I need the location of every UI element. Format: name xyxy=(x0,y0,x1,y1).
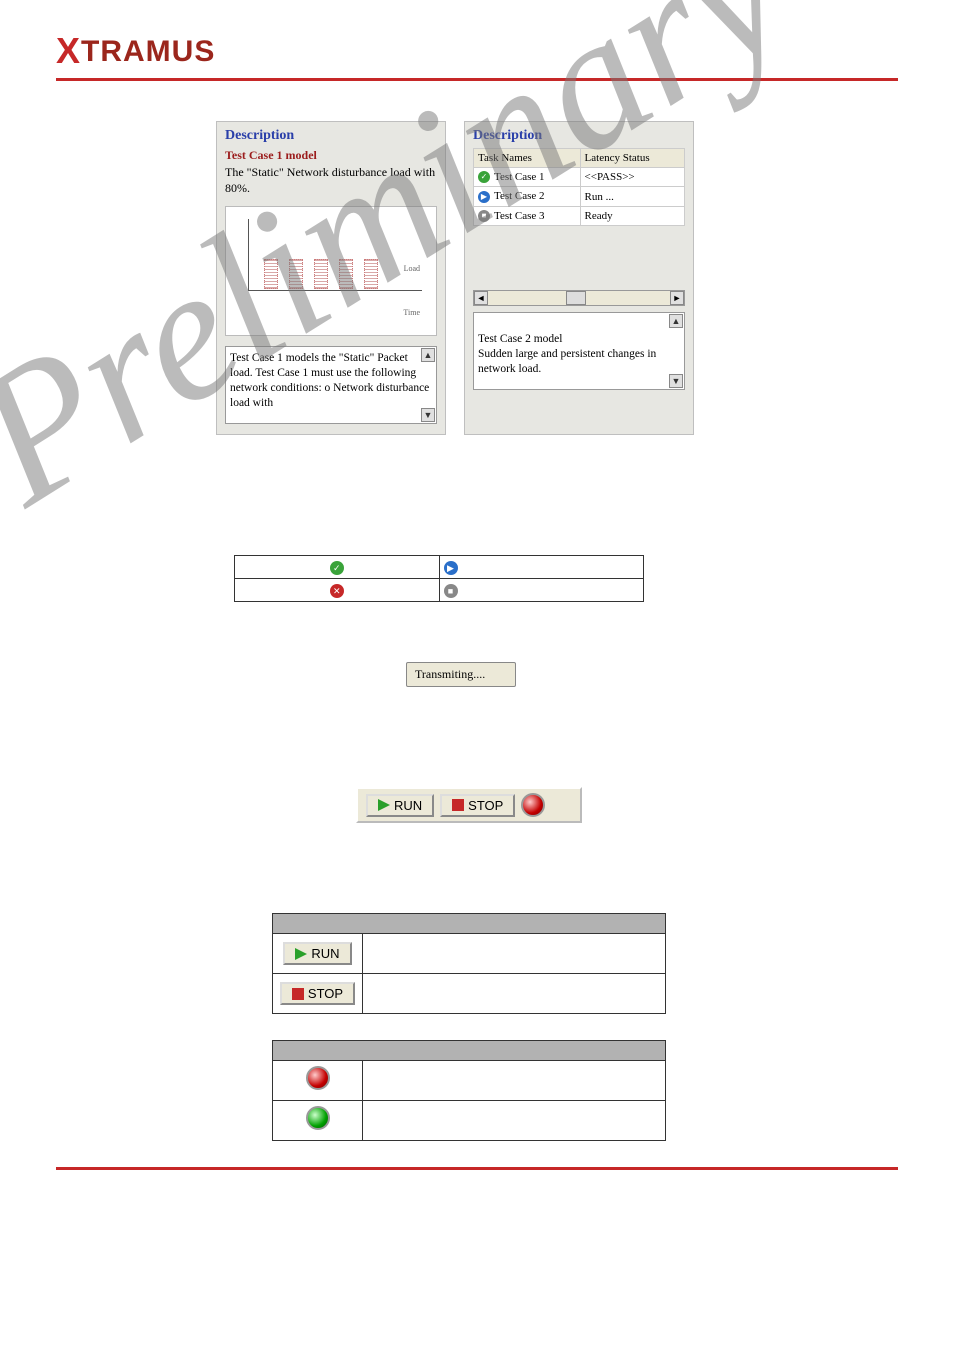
play-icon xyxy=(378,799,390,811)
bottom-divider xyxy=(56,1167,898,1170)
table-row: ✓Test Case 1 <<PASS>> xyxy=(474,168,685,187)
table-row xyxy=(273,1061,666,1101)
left-detail-box: Test Case 1 models the "Static" Packet l… xyxy=(225,346,437,424)
table-row: ▶Test Case 2 Run ... xyxy=(474,187,685,206)
table-header xyxy=(273,1041,666,1061)
stop-button[interactable]: STOP xyxy=(440,794,515,817)
right-detail-box: Test Case 2 model Sudden large and persi… xyxy=(473,312,685,390)
left-description-panel: Description Test Case 1 model The "Stati… xyxy=(216,121,446,435)
left-panel-title: Description xyxy=(225,128,437,144)
right-detail-text: Test Case 2 model Sudden large and persi… xyxy=(478,333,656,375)
run-stop-info-table: RUN STOP xyxy=(272,913,666,1014)
run-button[interactable]: RUN xyxy=(366,794,434,817)
run-icon: ▶ xyxy=(478,191,490,203)
green-orb-icon xyxy=(306,1106,330,1130)
transmit-status: Transmiting.... xyxy=(406,662,516,687)
scroll-right-icon[interactable]: ► xyxy=(670,291,684,305)
brand-logo: XTRAMUS xyxy=(56,30,898,72)
left-model-heading: Test Case 1 model xyxy=(225,148,437,163)
scroll-left-icon[interactable]: ◄ xyxy=(474,291,488,305)
status-icon-table: ✓ ▶ ✕ ■ xyxy=(234,555,644,602)
table-header xyxy=(273,914,666,934)
table-row: RUN xyxy=(273,934,666,974)
scroll-down-icon[interactable]: ▼ xyxy=(669,374,683,388)
run-button[interactable]: RUN xyxy=(283,942,351,965)
status-orb-red xyxy=(521,793,545,817)
fail-icon: ✕ xyxy=(330,584,344,598)
load-chart: Load Time xyxy=(225,206,437,336)
left-detail-text: Test Case 1 models the "Static" Packet l… xyxy=(230,352,429,409)
right-panel-title: Description xyxy=(473,128,685,144)
table-row: ■Test Case 3 Ready xyxy=(474,206,685,225)
col-latency-status: Latency Status xyxy=(580,149,684,168)
scroll-up-icon[interactable]: ▲ xyxy=(669,314,683,328)
task-table: Task Names Latency Status ✓Test Case 1 <… xyxy=(473,148,685,226)
left-summary: The "Static" Network disturbance load wi… xyxy=(225,165,437,196)
horizontal-scrollbar[interactable]: ◄ ► xyxy=(473,290,685,306)
run-icon: ▶ xyxy=(444,561,458,575)
stop-icon xyxy=(292,988,304,1000)
table-row xyxy=(273,1101,666,1141)
pass-icon: ✓ xyxy=(478,171,490,183)
chart-y-label: Load xyxy=(404,264,420,273)
chart-x-label: Time xyxy=(403,308,420,317)
top-divider xyxy=(56,78,898,81)
play-icon xyxy=(295,948,307,960)
brand-logo-x: X xyxy=(56,30,81,71)
ready-icon: ■ xyxy=(478,210,490,222)
right-description-panel: Description Task Names Latency Status ✓T… xyxy=(464,121,694,435)
run-stop-toolbar: RUN STOP xyxy=(356,787,582,823)
brand-logo-rest: TRAMUS xyxy=(81,35,215,68)
scroll-down-icon[interactable]: ▼ xyxy=(421,408,435,422)
table-row: STOP xyxy=(273,974,666,1014)
ready-icon: ■ xyxy=(444,584,458,598)
scroll-thumb[interactable] xyxy=(566,291,586,305)
red-orb-icon xyxy=(306,1066,330,1090)
scroll-up-icon[interactable]: ▲ xyxy=(421,348,435,362)
stop-icon xyxy=(452,799,464,811)
orb-info-table xyxy=(272,1040,666,1141)
stop-button[interactable]: STOP xyxy=(280,982,355,1005)
col-task-names: Task Names xyxy=(474,149,581,168)
pass-icon: ✓ xyxy=(330,561,344,575)
